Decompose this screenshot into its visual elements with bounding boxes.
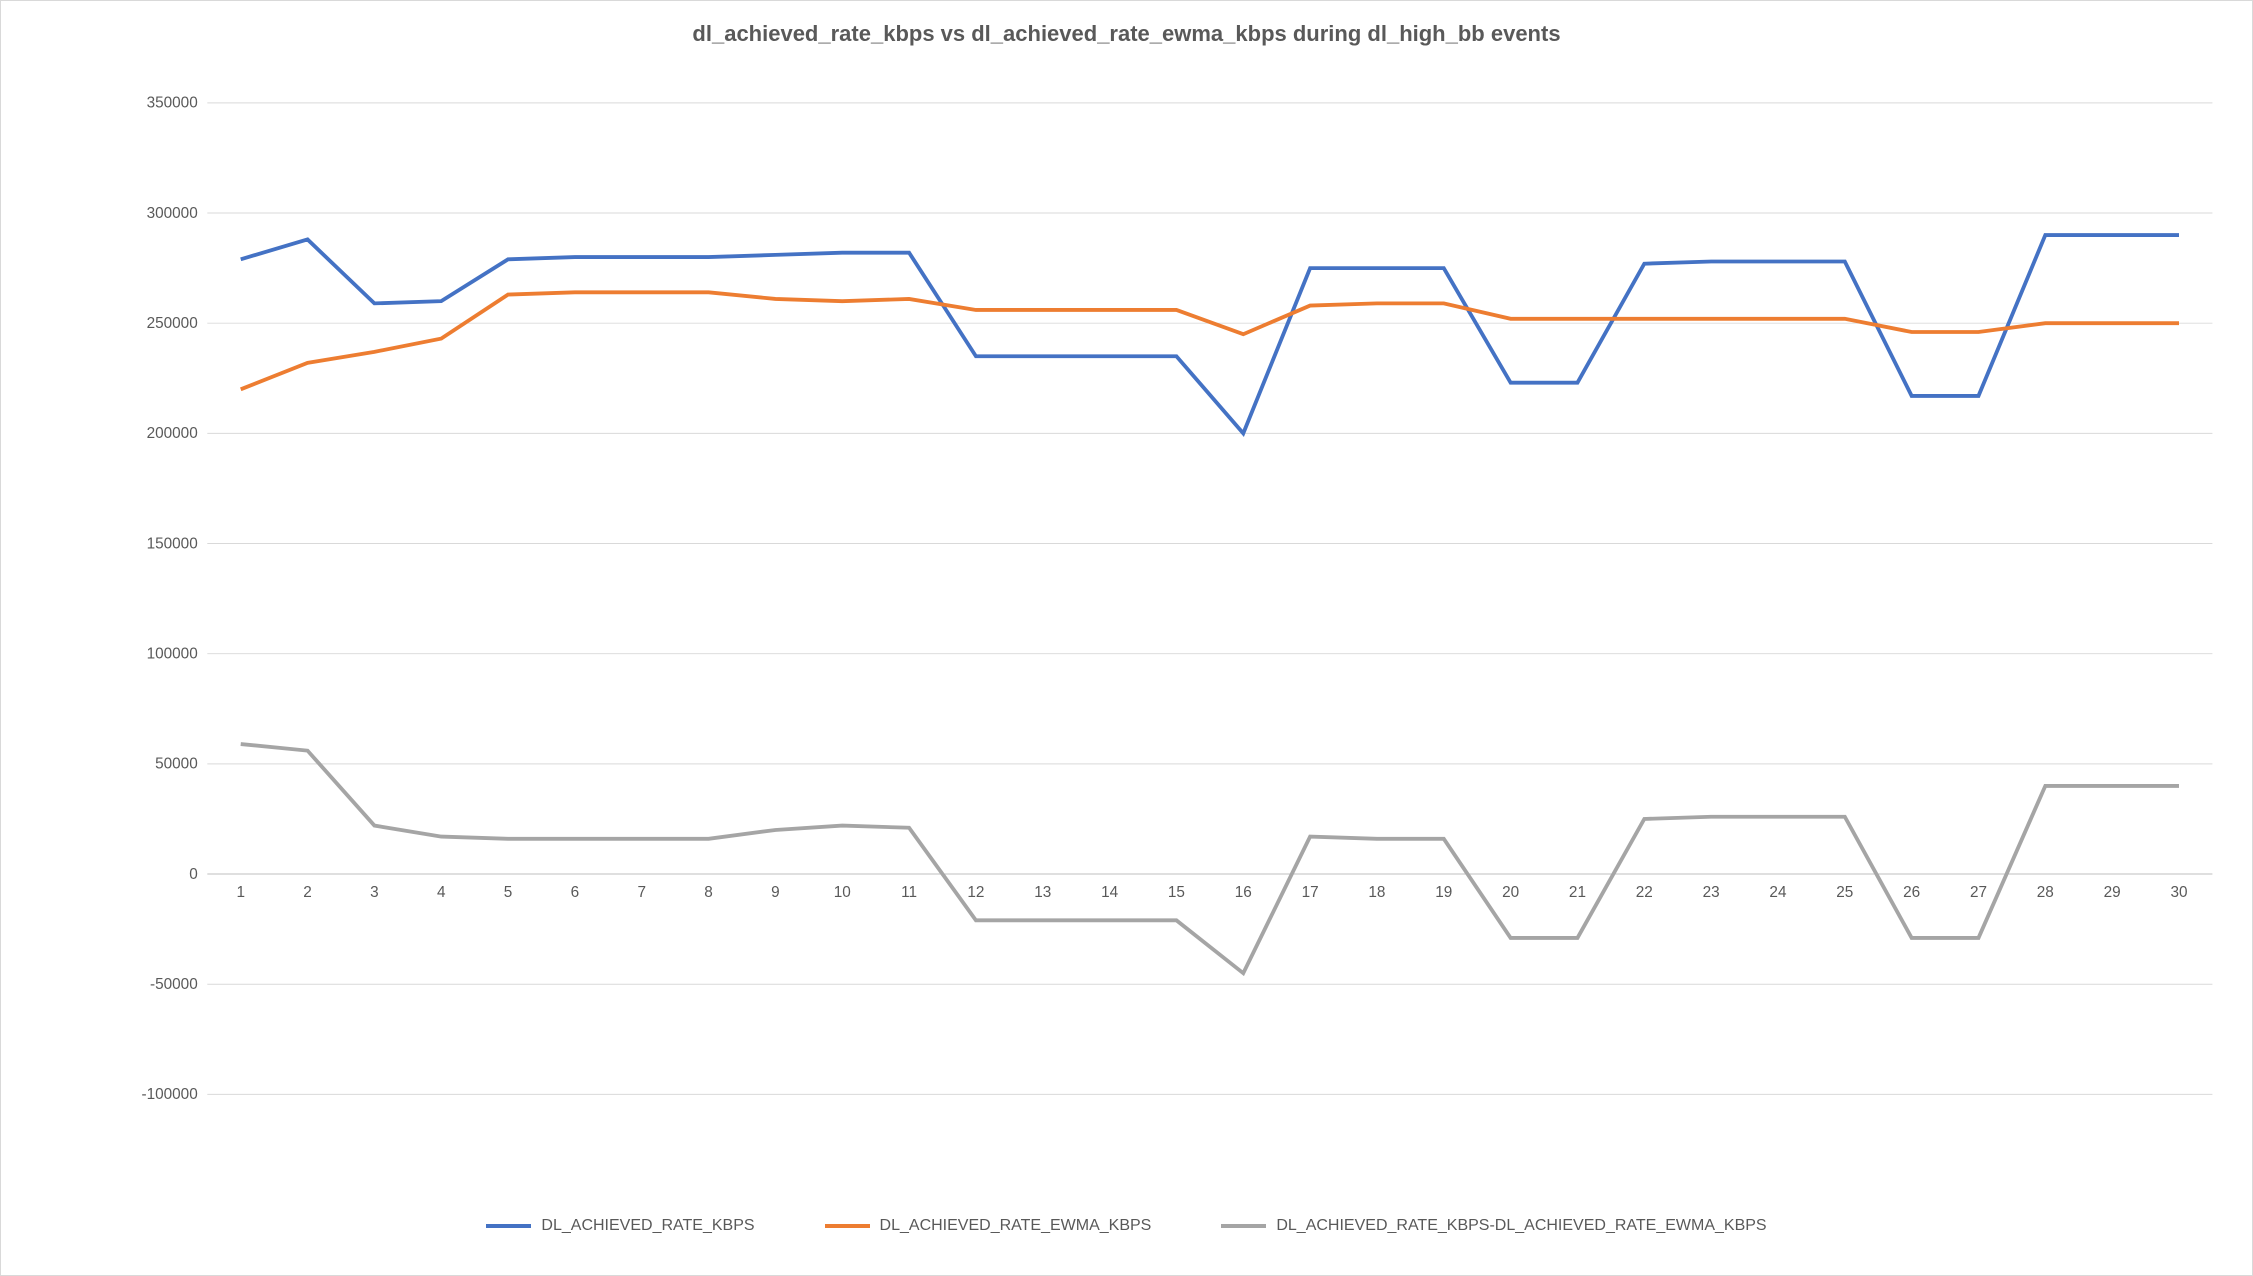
svg-text:19: 19 [1435,884,1452,901]
svg-text:13: 13 [1034,884,1051,901]
svg-text:3: 3 [370,884,379,901]
svg-text:2: 2 [303,884,312,901]
svg-text:300000: 300000 [147,205,198,222]
svg-text:-50000: -50000 [150,976,198,993]
svg-text:8: 8 [704,884,713,901]
svg-text:4: 4 [437,884,446,901]
legend-swatch [486,1224,531,1228]
chart-title: dl_achieved_rate_kbps vs dl_achieved_rat… [1,21,2252,47]
svg-text:100000: 100000 [147,645,198,662]
svg-text:200000: 200000 [147,425,198,442]
svg-text:21: 21 [1569,884,1586,901]
chart-svg: -100000 -50000 0 50000 100000 150000 200000 250… [121,71,2222,1155]
svg-text:9: 9 [771,884,780,901]
legend-label: DL_ACHIEVED_RATE_KBPS-DL_ACHIEVED_RATE_E… [1276,1217,1766,1235]
svg-text:15: 15 [1168,884,1185,901]
svg-text:23: 23 [1703,884,1720,901]
legend-swatch [825,1224,870,1228]
svg-text:24: 24 [1769,884,1787,901]
legend-label: DL_ACHIEVED_RATE_KBPS [541,1217,754,1235]
svg-text:27: 27 [1970,884,1987,901]
legend-label: DL_ACHIEVED_RATE_EWMA_KBPS [880,1217,1152,1235]
svg-text:7: 7 [637,884,646,901]
svg-text:22: 22 [1636,884,1653,901]
svg-text:0: 0 [189,866,198,883]
svg-text:30: 30 [2170,884,2187,901]
svg-text:12: 12 [967,884,984,901]
svg-text:29: 29 [2104,884,2121,901]
svg-text:25: 25 [1836,884,1853,901]
svg-text:26: 26 [1903,884,1920,901]
svg-text:1: 1 [236,884,245,901]
svg-text:5: 5 [504,884,513,901]
chart-container: dl_achieved_rate_kbps vs dl_achieved_rat… [0,0,2253,1276]
legend-item: DL_ACHIEVED_RATE_KBPS [486,1217,754,1235]
svg-text:250000: 250000 [147,315,198,332]
svg-text:350000: 350000 [147,95,198,112]
svg-text:50000: 50000 [155,756,198,773]
legend-item: DL_ACHIEVED_RATE_KBPS-DL_ACHIEVED_RATE_E… [1221,1217,1766,1235]
svg-text:18: 18 [1368,884,1385,901]
svg-text:11: 11 [901,884,917,901]
svg-text:20: 20 [1502,884,1519,901]
svg-text:14: 14 [1101,884,1119,901]
svg-text:6: 6 [571,884,580,901]
plot-area: -100000 -50000 0 50000 100000 150000 200000 250… [121,71,2222,1155]
svg-text:28: 28 [2037,884,2054,901]
svg-text:16: 16 [1235,884,1252,901]
legend: DL_ACHIEVED_RATE_KBPS DL_ACHIEVED_RATE_EW… [1,1217,2252,1235]
legend-item: DL_ACHIEVED_RATE_EWMA_KBPS [825,1217,1152,1235]
svg-text:10: 10 [834,884,851,901]
svg-text:17: 17 [1302,884,1319,901]
svg-text:150000: 150000 [147,535,198,552]
svg-text:-100000: -100000 [141,1086,197,1103]
legend-swatch [1221,1224,1266,1228]
